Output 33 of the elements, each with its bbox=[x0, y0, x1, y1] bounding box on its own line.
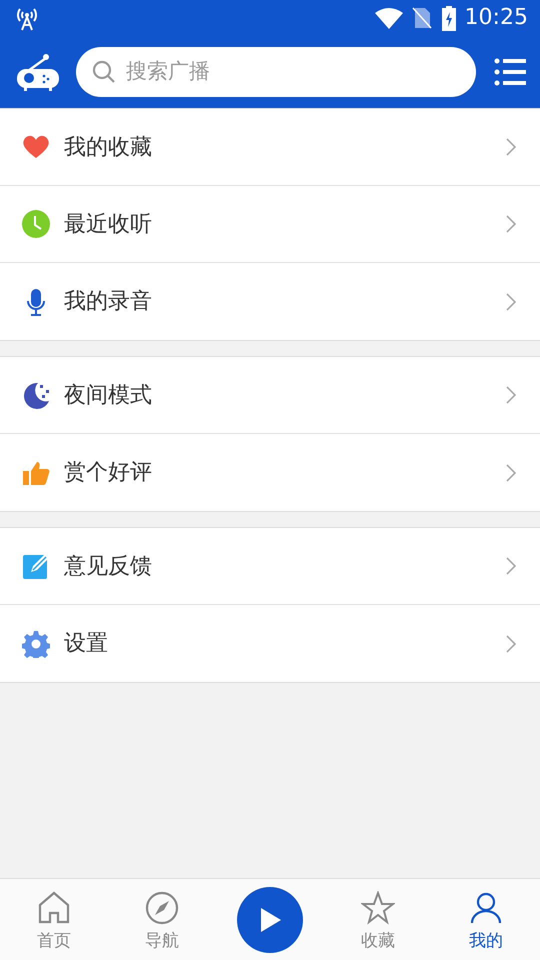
menu-item[interactable]: 设置 bbox=[0, 605, 540, 682]
chevron-icon bbox=[506, 138, 516, 156]
star-icon bbox=[361, 890, 395, 925]
menu-item[interactable]: 赏个好评 bbox=[0, 434, 540, 511]
chevron-icon bbox=[506, 634, 516, 652]
menu-item[interactable]: 夜间模式 bbox=[0, 357, 540, 434]
menu-item[interactable]: 最近收听 bbox=[0, 186, 540, 263]
chevron-icon bbox=[506, 386, 516, 404]
compass-icon bbox=[145, 890, 179, 925]
home-icon bbox=[37, 890, 71, 925]
clock-icon bbox=[22, 210, 50, 238]
chevron-icon bbox=[506, 215, 516, 233]
no-sim-icon bbox=[410, 6, 433, 30]
search-icon bbox=[92, 60, 116, 84]
chevron-icon bbox=[506, 464, 516, 482]
heart-icon bbox=[22, 133, 50, 161]
chevron-icon bbox=[506, 557, 516, 575]
nav-tab[interactable]: 我的 bbox=[432, 884, 540, 954]
menu-item[interactable]: 我的收藏 bbox=[0, 109, 540, 186]
play-icon bbox=[258, 906, 282, 932]
menu-item[interactable]: 意见反馈 bbox=[0, 528, 540, 605]
settings-icon bbox=[22, 630, 50, 658]
person-icon bbox=[469, 890, 503, 925]
edit-icon bbox=[22, 552, 50, 580]
moon-icon bbox=[22, 381, 50, 409]
menu-item[interactable]: 我的录音 bbox=[0, 263, 540, 340]
wifi-icon bbox=[374, 7, 403, 29]
battery-icon bbox=[440, 5, 457, 31]
menu-button[interactable] bbox=[494, 58, 526, 86]
search-bar[interactable]: 搜索广播 bbox=[76, 47, 476, 97]
radio-icon bbox=[16, 52, 60, 92]
status-time: 10:25 bbox=[464, 4, 528, 32]
chevron-icon bbox=[506, 292, 516, 310]
